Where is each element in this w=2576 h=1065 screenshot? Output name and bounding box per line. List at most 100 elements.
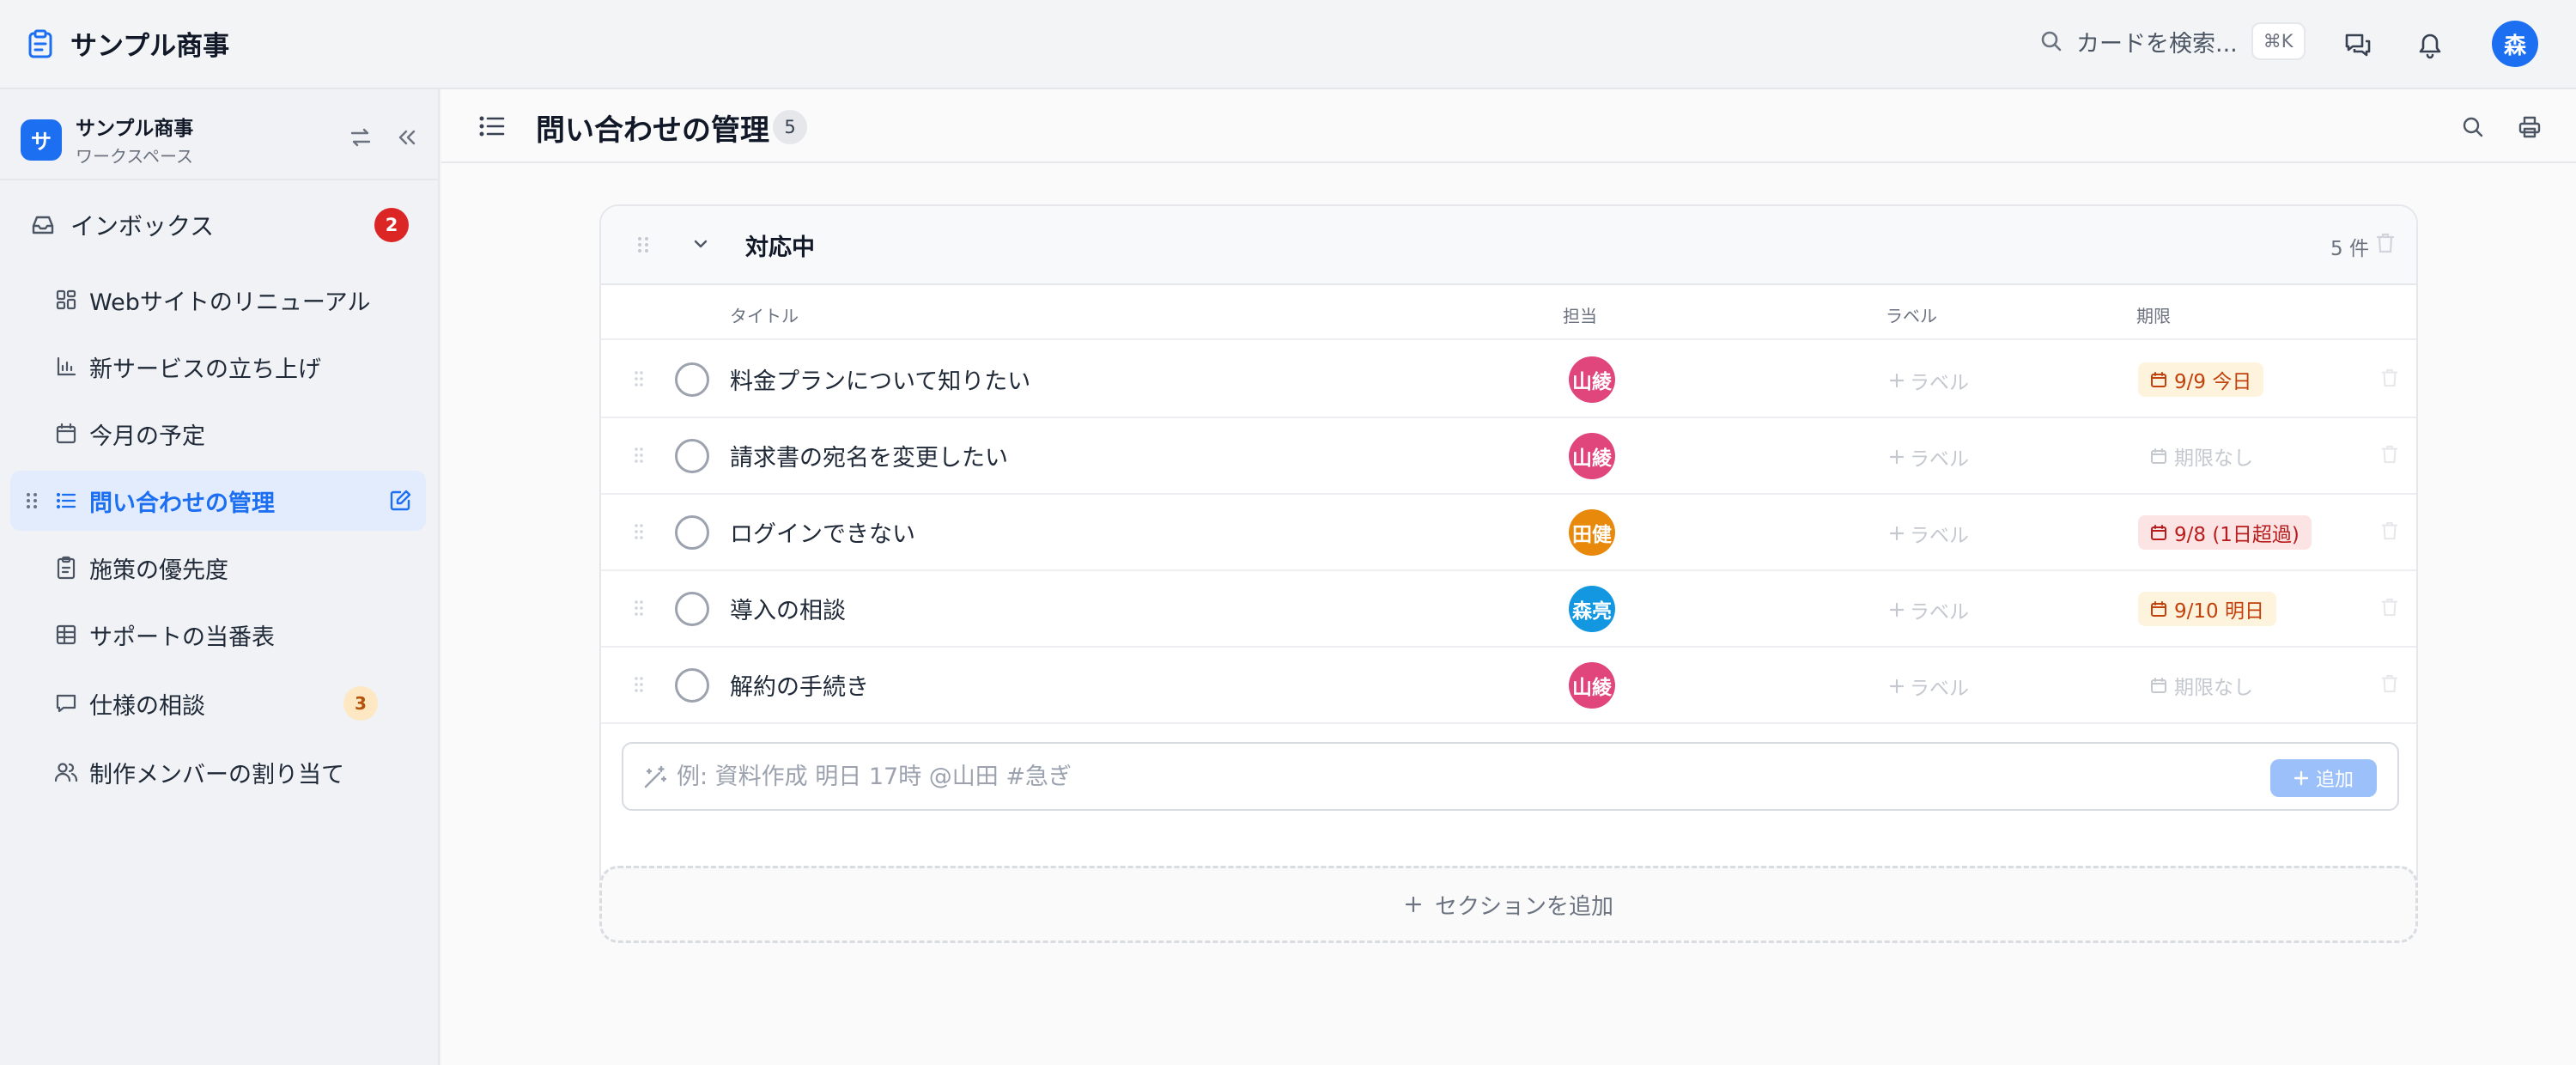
- sidebar: サ サンプル商事 ワークスペース インボックス 2 Webサイトのリニューアル: [0, 89, 440, 1065]
- messages-icon[interactable]: [2339, 26, 2377, 64]
- drag-handle-icon[interactable]: [634, 369, 644, 388]
- drag-handle-icon[interactable]: [634, 599, 644, 618]
- complete-checkbox[interactable]: [675, 668, 709, 703]
- table-row[interactable]: 導入の相談 森亮 ラベル 9/10 明日: [601, 571, 2416, 648]
- calendar-icon: [2150, 677, 2167, 694]
- add-label-button[interactable]: ラベル: [1889, 366, 1969, 395]
- section-card: 対応中 5 件 タイトル 担当 ラベル 期限 料金プランについて知りたい 山綾 …: [599, 204, 2418, 914]
- due-date-badge[interactable]: 9/10 明日: [2138, 592, 2276, 626]
- workspace-name: サンプル商事: [76, 118, 194, 140]
- complete-checkbox[interactable]: [675, 515, 709, 550]
- due-date-text: 9/9 今日: [2174, 371, 2252, 393]
- sidebar-item-inbox[interactable]: インボックス: [31, 201, 409, 249]
- table-icon: [53, 622, 79, 648]
- plus-icon: [1889, 449, 1905, 465]
- sidebar-item-label: Webサイトのリニューアル: [89, 289, 371, 316]
- drag-handle-icon[interactable]: [634, 522, 644, 541]
- add-label-button[interactable]: ラベル: [1889, 672, 1969, 701]
- dashboard-icon: [53, 287, 79, 313]
- sidebar-item-label: 制作メンバーの割り当て: [89, 761, 344, 788]
- drag-handle-icon[interactable]: [634, 446, 644, 465]
- sidebar-item-new-service[interactable]: 新サービスの立ち上げ: [10, 337, 426, 397]
- trash-icon[interactable]: [2380, 444, 2399, 465]
- print-icon[interactable]: [2512, 110, 2547, 144]
- app-name: サンプル商事: [70, 31, 230, 62]
- plus-icon: [2293, 770, 2309, 786]
- complete-checkbox[interactable]: [675, 362, 709, 397]
- plus-icon: [1889, 373, 1905, 388]
- sidebar-item-support-rotation[interactable]: サポートの当番表: [10, 605, 426, 665]
- card-title[interactable]: 料金プランについて知りたい: [730, 362, 1030, 396]
- sidebar-item-label: 新サービスの立ち上げ: [89, 356, 321, 383]
- page-title: 問い合わせの管理: [536, 113, 769, 148]
- due-date-text: 9/8 (1日超過): [2174, 524, 2300, 546]
- due-date-badge[interactable]: 期限なし: [2138, 668, 2265, 703]
- table-row[interactable]: 料金プランについて知りたい 山綾 ラベル 9/9 今日: [601, 342, 2416, 418]
- assignee-avatar[interactable]: 田健: [1569, 509, 1615, 556]
- trash-icon[interactable]: [2380, 368, 2399, 388]
- label-placeholder: ラベル: [1910, 372, 1969, 394]
- section-title[interactable]: 対応中: [745, 228, 815, 262]
- due-date-badge[interactable]: 期限なし: [2138, 439, 2265, 473]
- add-label-button[interactable]: ラベル: [1889, 442, 1969, 472]
- sidebar-item-label: 問い合わせの管理: [89, 490, 275, 517]
- quick-add-input[interactable]: [677, 752, 2308, 800]
- add-section-button[interactable]: セクションを追加: [599, 866, 2418, 943]
- user-avatar[interactable]: 森: [2492, 21, 2538, 67]
- clipboard-icon: [53, 555, 79, 581]
- inbox-count-badge: 2: [374, 208, 409, 242]
- card-title[interactable]: 導入の相談: [730, 592, 846, 625]
- sidebar-item-member-assignment[interactable]: 制作メンバーの割り当て: [10, 742, 426, 802]
- search-icon[interactable]: [2456, 110, 2490, 144]
- add-label-button[interactable]: ラベル: [1889, 595, 1969, 624]
- sidebar-item-label: サポートの当番表: [89, 624, 275, 651]
- edit-icon[interactable]: [388, 489, 412, 513]
- search-icon: [2040, 30, 2063, 52]
- main-content: 問い合わせの管理 5 対応中 5 件 タイトル 担当 ラベル 期限 料金プランに…: [441, 89, 2576, 1065]
- due-date-text: 期限なし: [2174, 677, 2253, 699]
- drag-handle-icon[interactable]: [26, 491, 38, 510]
- inbox-icon: [31, 214, 55, 236]
- card-title[interactable]: ログインできない: [730, 515, 915, 549]
- bell-icon[interactable]: [2411, 26, 2449, 64]
- sidebar-item-inquiries[interactable]: 問い合わせの管理: [10, 471, 426, 531]
- sidebar-item-spec-discussion[interactable]: 仕様の相談 3: [10, 673, 426, 733]
- swap-icon[interactable]: [343, 120, 378, 155]
- column-assignee: 担当: [1563, 306, 1597, 326]
- column-title: タイトル: [730, 306, 799, 326]
- table-row[interactable]: ログインできない 田健 ラベル 9/8 (1日超過): [601, 495, 2416, 571]
- complete-checkbox[interactable]: [675, 592, 709, 626]
- assignee-avatar[interactable]: 山綾: [1569, 433, 1615, 479]
- trash-icon[interactable]: [2380, 520, 2399, 541]
- complete-checkbox[interactable]: [675, 439, 709, 473]
- collapse-sidebar-icon[interactable]: [390, 120, 424, 155]
- table-row[interactable]: 請求書の宛名を変更したい 山綾 ラベル 期限なし: [601, 418, 2416, 495]
- sidebar-item-priorities[interactable]: 施策の優先度: [10, 538, 426, 598]
- list-view-icon[interactable]: [477, 112, 507, 141]
- divider: [0, 179, 440, 180]
- card-title[interactable]: 解約の手続き: [730, 668, 869, 702]
- assignee-avatar[interactable]: 山綾: [1569, 662, 1615, 709]
- due-date-badge[interactable]: 9/9 今日: [2138, 362, 2264, 397]
- trash-icon[interactable]: [2375, 232, 2396, 254]
- workspace-switcher[interactable]: サ サンプル商事 ワークスペース: [21, 112, 193, 167]
- calendar-icon: [2150, 600, 2167, 618]
- chevron-down-icon[interactable]: [690, 234, 711, 254]
- add-card-button[interactable]: 追加: [2270, 759, 2377, 797]
- due-date-badge[interactable]: 9/8 (1日超過): [2138, 515, 2312, 550]
- chat-icon: [53, 691, 79, 716]
- due-date-text: 期限なし: [2174, 447, 2253, 470]
- card-search[interactable]: カードを検索... ⌘K: [2040, 22, 2306, 60]
- table-row[interactable]: 解約の手続き 山綾 ラベル 期限なし: [601, 648, 2416, 724]
- quick-add-bar: 追加: [622, 742, 2399, 811]
- trash-icon[interactable]: [2380, 673, 2399, 694]
- add-label-button[interactable]: ラベル: [1889, 519, 1969, 548]
- sidebar-item-website-renewal[interactable]: Webサイトのリニューアル: [10, 270, 426, 330]
- assignee-avatar[interactable]: 森亮: [1569, 586, 1615, 632]
- trash-icon[interactable]: [2380, 597, 2399, 618]
- assignee-avatar[interactable]: 山綾: [1569, 356, 1615, 403]
- drag-handle-icon[interactable]: [634, 675, 644, 694]
- drag-handle-icon[interactable]: [637, 235, 649, 254]
- sidebar-item-monthly-schedule[interactable]: 今月の予定: [10, 404, 426, 464]
- card-title[interactable]: 請求書の宛名を変更したい: [730, 439, 1008, 472]
